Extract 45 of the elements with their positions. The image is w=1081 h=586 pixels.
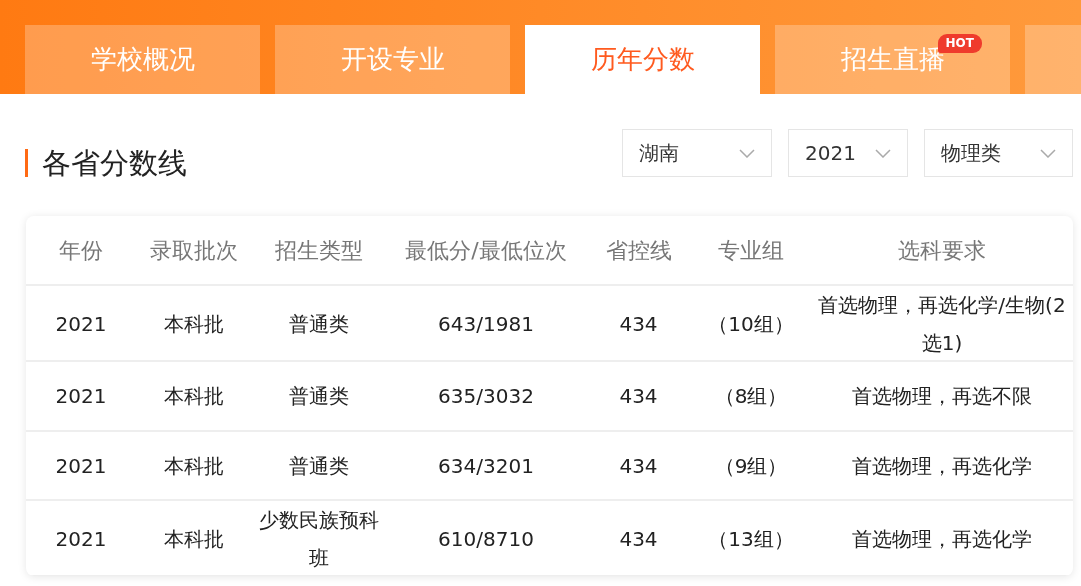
table-cell-text: 2021 [54,526,108,553]
table-cell-text: 2021 [54,452,108,480]
year-dropdown[interactable]: 2021 [788,129,908,177]
table-cell-text: （9组） [713,452,789,480]
column-header: 专业组 [717,236,785,265]
table-cell-text: 普通类 [287,452,350,480]
table-cell-text: 本科批 [162,526,225,553]
column-header: 年份 [58,236,104,265]
column-header: 录取批次 [148,236,239,265]
table-cell-text: 2021 [54,311,108,338]
province-dropdown[interactable]: 湖南 [622,129,772,177]
column-header: 最低分/最低位次 [404,236,568,265]
table-cell-text: 本科批 [162,383,225,410]
table-cell-text: （13组） [707,526,795,553]
table-cell-text: 首选物理，再选化学/生物(2选1) [817,292,1067,357]
table-cell-text: 434 [618,526,659,553]
chevron-down-icon [739,148,755,158]
table-cell-text: 本科批 [162,311,225,338]
chevron-down-icon [875,148,891,158]
section-title: 各省分数线 [25,149,187,177]
column-header: 招生类型 [273,236,364,265]
column-header: 选科要求 [897,236,987,265]
table-cell-text: （10组） [707,311,795,338]
table-cell-text: 634/3201 [437,452,535,480]
table-cell-text: 本科批 [162,452,225,480]
table-cell-text: 2021 [54,383,108,410]
table-cell-text: （8组） [713,383,789,410]
tab[interactable]: 历年分数 [525,25,760,94]
table-cell-text: 434 [618,383,659,410]
table-cell-text: 少数民族预科班 [257,507,380,572]
column-header: 省控线 [604,236,673,265]
table-cell-text: 610/8710 [437,526,535,553]
table-cell-text: 643/1981 [437,311,535,338]
table-cell-text: 首选物理，再选化学 [851,452,1033,480]
table-cell-text: 434 [618,452,659,480]
table-cell-text: 首选物理，再选不限 [851,383,1033,410]
chevron-down-icon [1040,148,1056,158]
table-cell-text: 首选物理，再选化学 [851,526,1033,553]
table-cell-text: 普通类 [287,311,350,338]
tab[interactable]: 学校概况 [25,25,260,94]
table-cell-text: 普通类 [287,383,350,410]
subject-dropdown[interactable]: 物理类 [924,129,1073,177]
table-cell-text: 434 [618,311,659,338]
tab[interactable]: 开设专业 [275,25,510,94]
table-cell-text: 635/3032 [437,383,535,410]
